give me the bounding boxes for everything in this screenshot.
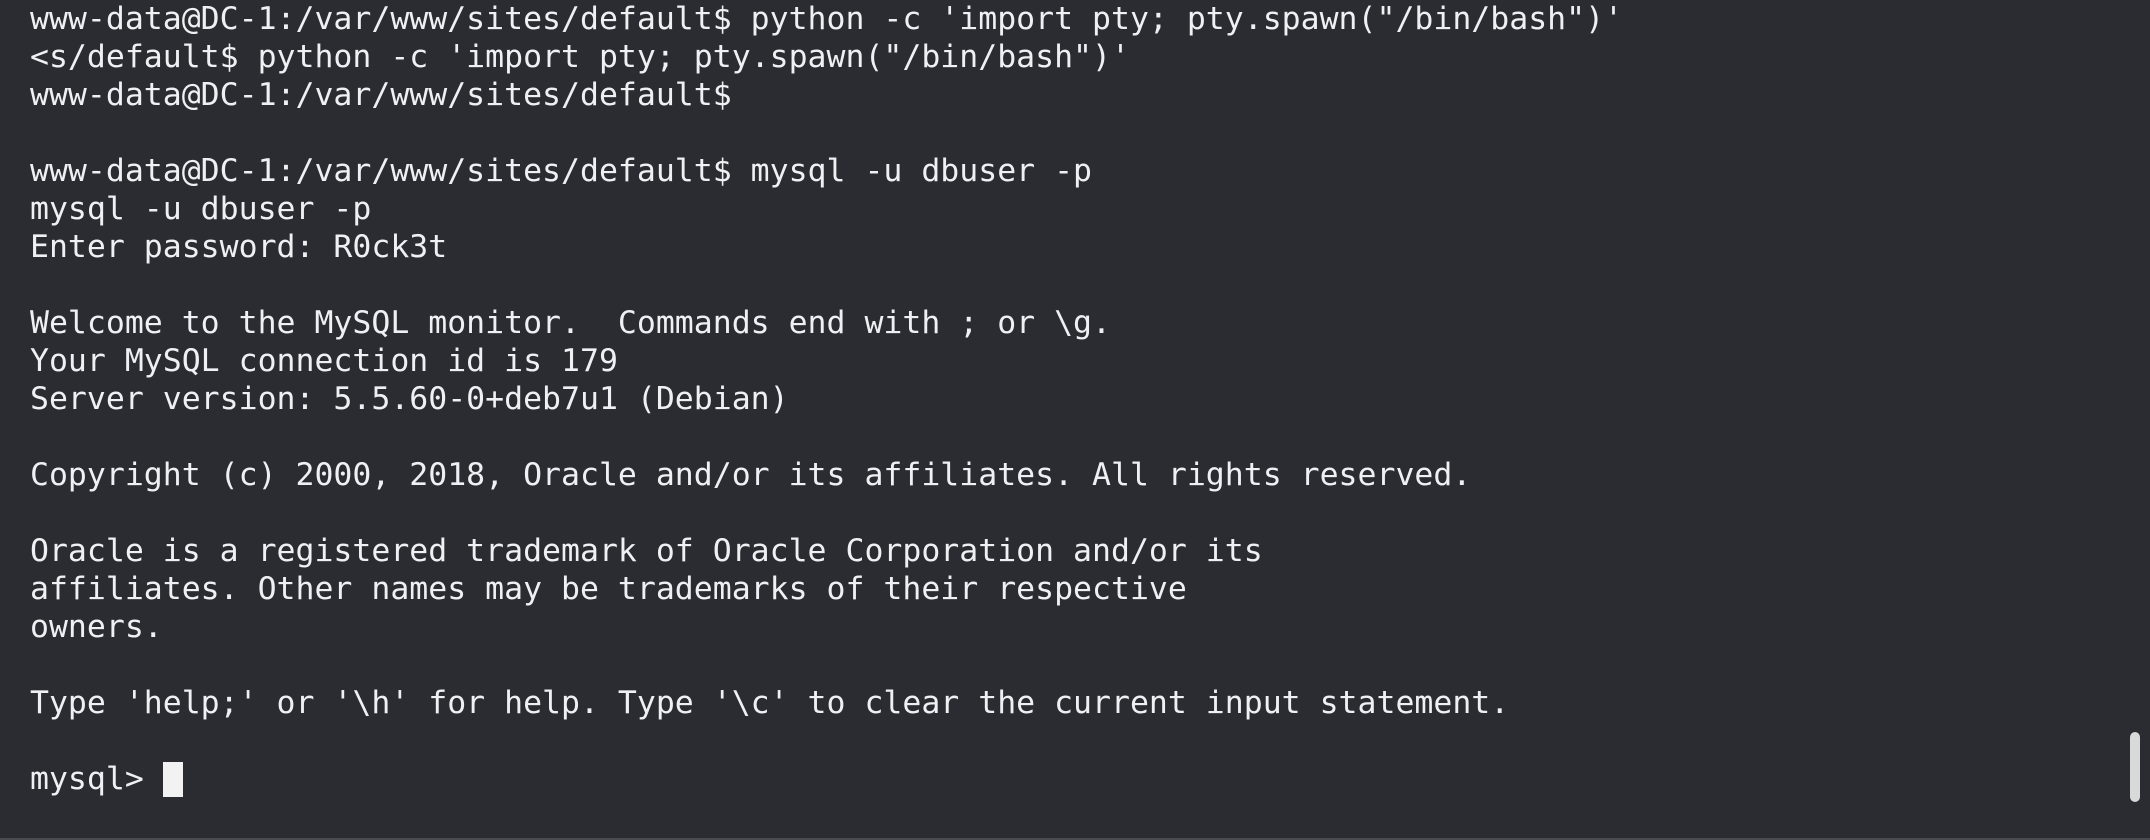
terminal-line: mysql -u dbuser -p [30,191,372,227]
terminal-window[interactable]: www-data@DC-1:/var/www/sites/default$ py… [0,0,2150,840]
terminal-line: Enter password: R0ck3t [30,229,448,265]
mysql-prompt: mysql> [30,761,144,797]
terminal-line: <s/default$ python -c 'import pty; pty.s… [30,39,1130,75]
terminal-line: Copyright (c) 2000, 2018, Oracle and/or … [30,457,1472,493]
mysql-prompt-line[interactable]: mysql> [30,760,2110,798]
text-cursor [162,761,183,797]
terminal-line: www-data@DC-1:/var/www/sites/default$ [30,77,732,113]
terminal-line: Your MySQL connection id is 179 [30,343,618,379]
terminal-output[interactable]: www-data@DC-1:/var/www/sites/default$ py… [30,0,2110,798]
terminal-line: www-data@DC-1:/var/www/sites/default$ py… [30,1,1624,37]
terminal-line: Type 'help;' or '\h' for help. Type '\c'… [30,685,1510,721]
terminal-line: Server version: 5.5.60-0+deb7u1 (Debian) [30,381,789,417]
terminal-line: www-data@DC-1:/var/www/sites/default$ my… [30,153,1093,189]
terminal-line: affiliates. Other names may be trademark… [30,571,1187,607]
terminal-line: Oracle is a registered trademark of Orac… [30,533,1263,569]
scrollbar-track[interactable] [2124,0,2150,840]
terminal-line: owners. [30,609,163,645]
scrollbar-thumb[interactable] [2130,732,2140,802]
terminal-line: Welcome to the MySQL monitor. Commands e… [30,305,1111,341]
